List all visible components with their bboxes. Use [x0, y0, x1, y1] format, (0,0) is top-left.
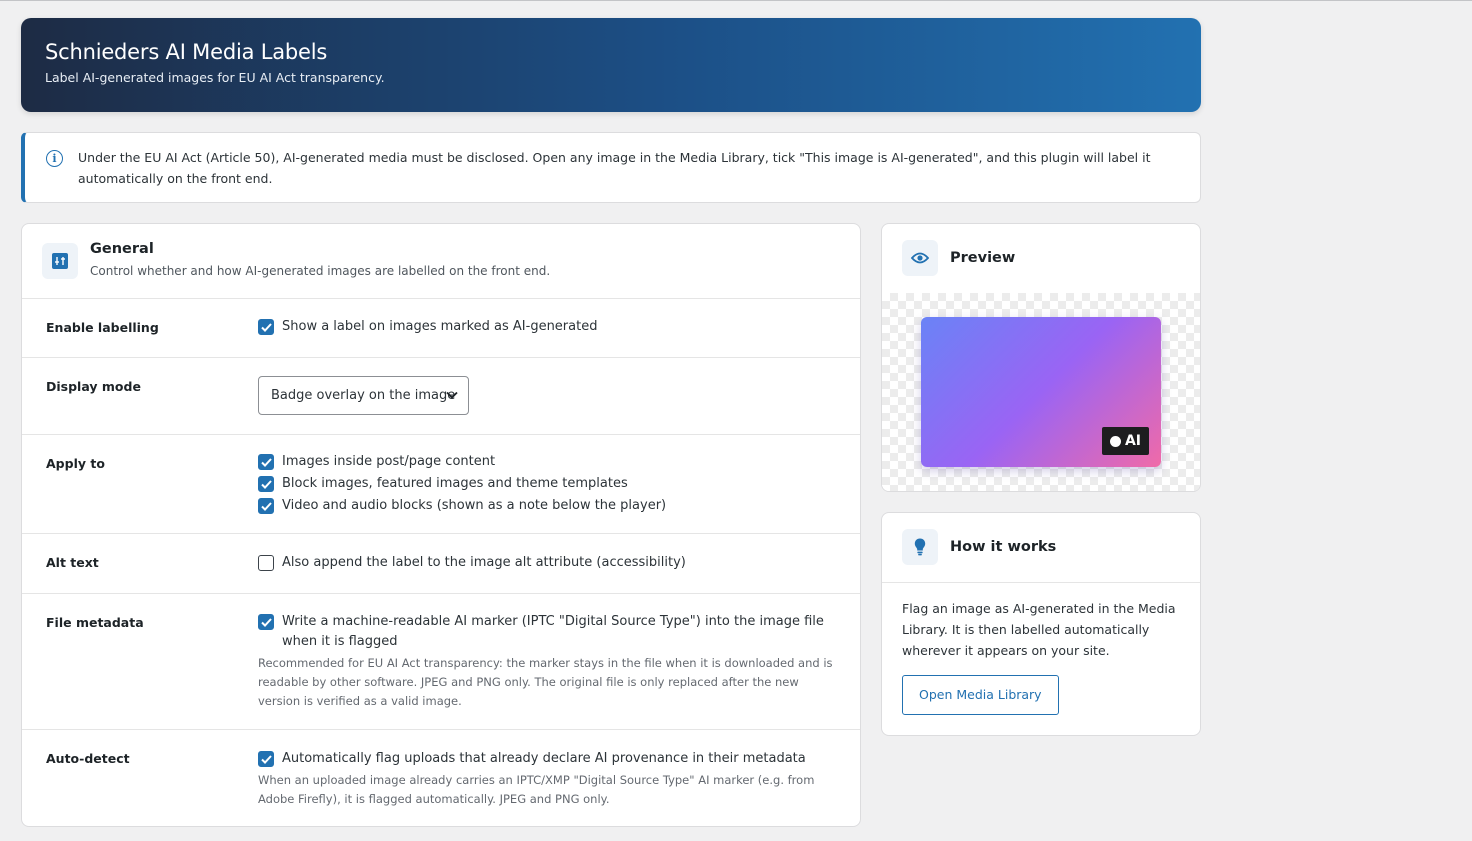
general-subtitle: Control whether and how AI-generated ima…	[90, 264, 551, 278]
enable-labelling-checkbox[interactable]	[258, 319, 274, 335]
preview-canvas: AI	[882, 293, 1200, 491]
chevron-down-icon	[446, 391, 458, 399]
ai-badge: AI	[1101, 427, 1149, 455]
notice-text: Under the EU AI Act (Article 50), AI-gen…	[78, 150, 1151, 186]
display-mode-select[interactable]: Badge overlay on the image	[258, 376, 469, 415]
enable-labelling-text: Show a label on images marked as AI-gene…	[282, 319, 598, 334]
preview-title: Preview	[950, 250, 1016, 266]
preview-card-header: Preview	[882, 224, 1200, 294]
auto-detect-description: When an uploaded image already carries a…	[258, 773, 815, 806]
eye-icon	[902, 240, 938, 276]
row-auto-detect: Auto-detect Automatically flag uploads t…	[22, 730, 860, 828]
info-notice: i Under the EU AI Act (Article 50), AI-g…	[21, 132, 1201, 203]
how-it-works-title: How it works	[950, 539, 1057, 555]
info-icon: i	[46, 150, 63, 167]
enable-labelling-option[interactable]: Show a label on images marked as AI-gene…	[258, 317, 836, 337]
ai-badge-text: AI	[1124, 433, 1141, 449]
row-file-metadata: File metadata Write a machine-readable A…	[22, 594, 860, 730]
auto-detect-option[interactable]: Automatically flag uploads that already …	[258, 749, 836, 769]
enable-labelling-label: Enable labelling	[46, 320, 159, 335]
display-mode-field: Badge overlay on the image	[258, 376, 836, 415]
row-display-mode: Display mode Badge overlay on the image	[22, 358, 860, 435]
alt-text-field: Also append the label to the image alt a…	[258, 553, 836, 575]
auto-detect-text: Automatically flag uploads that already …	[282, 751, 806, 766]
file-metadata-label: File metadata	[46, 615, 144, 630]
file-metadata-field: Write a machine-readable AI marker (IPTC…	[258, 612, 836, 711]
preview-card: Preview AI	[881, 223, 1201, 492]
page-title: Schnieders AI Media Labels	[45, 40, 328, 64]
apply-to-option[interactable]: Block images, featured images and theme …	[258, 474, 836, 494]
apply-media-checkbox[interactable]	[258, 498, 274, 514]
enable-labelling-field: Show a label on images marked as AI-gene…	[258, 317, 836, 339]
alt-text-text: Also append the label to the image alt a…	[282, 555, 686, 570]
display-mode-label: Display mode	[46, 379, 141, 394]
row-apply-to: Apply to Images inside post/page content…	[22, 435, 860, 534]
how-it-works-text: Flag an image as AI-generated in the Med…	[902, 601, 1176, 658]
file-metadata-option[interactable]: Write a machine-readable AI marker (IPTC…	[258, 612, 836, 652]
row-enable-labelling: Enable labelling Show a label on images …	[22, 299, 860, 358]
apply-to-option[interactable]: Images inside post/page content	[258, 452, 836, 472]
row-alt-text: Alt text Also append the label to the im…	[22, 534, 860, 594]
auto-detect-field: Automatically flag uploads that already …	[258, 749, 836, 809]
general-settings-card: General Control whether and how AI-gener…	[21, 223, 861, 827]
page-subtitle: Label AI-generated images for EU AI Act …	[45, 70, 385, 85]
apply-to-label: Apply to	[46, 456, 105, 471]
apply-blocks-text: Block images, featured images and theme …	[282, 476, 628, 491]
general-card-header: General Control whether and how AI-gener…	[22, 224, 860, 299]
how-it-works-card: How it works Flag an image as AI-generat…	[881, 512, 1201, 736]
apply-media-text: Video and audio blocks (shown as a note …	[282, 498, 667, 513]
file-metadata-description: Recommended for EU AI Act transparency: …	[258, 656, 833, 708]
general-title: General	[90, 241, 154, 257]
apply-content-checkbox[interactable]	[258, 454, 274, 470]
auto-detect-label: Auto-detect	[46, 751, 130, 766]
alt-text-label: Alt text	[46, 555, 99, 570]
apply-content-text: Images inside post/page content	[282, 454, 496, 469]
sample-image: AI	[921, 317, 1161, 467]
page-header: Schnieders AI Media Labels Label AI-gene…	[21, 18, 1201, 112]
open-media-library-button[interactable]: Open Media Library	[902, 675, 1059, 715]
badge-dot-icon	[1109, 435, 1121, 447]
file-metadata-text: Write a machine-readable AI marker (IPTC…	[282, 614, 824, 649]
how-card-header: How it works	[882, 513, 1200, 583]
alt-text-checkbox[interactable]	[258, 555, 274, 571]
apply-blocks-checkbox[interactable]	[258, 476, 274, 492]
alt-text-option[interactable]: Also append the label to the image alt a…	[258, 553, 836, 573]
apply-to-field: Images inside post/page content Block im…	[258, 452, 836, 518]
sliders-icon	[42, 243, 78, 279]
auto-detect-checkbox[interactable]	[258, 751, 274, 767]
display-mode-value: Badge overlay on the image	[271, 388, 456, 403]
apply-to-option[interactable]: Video and audio blocks (shown as a note …	[258, 496, 836, 516]
lightbulb-icon	[902, 529, 938, 565]
file-metadata-checkbox[interactable]	[258, 614, 274, 630]
